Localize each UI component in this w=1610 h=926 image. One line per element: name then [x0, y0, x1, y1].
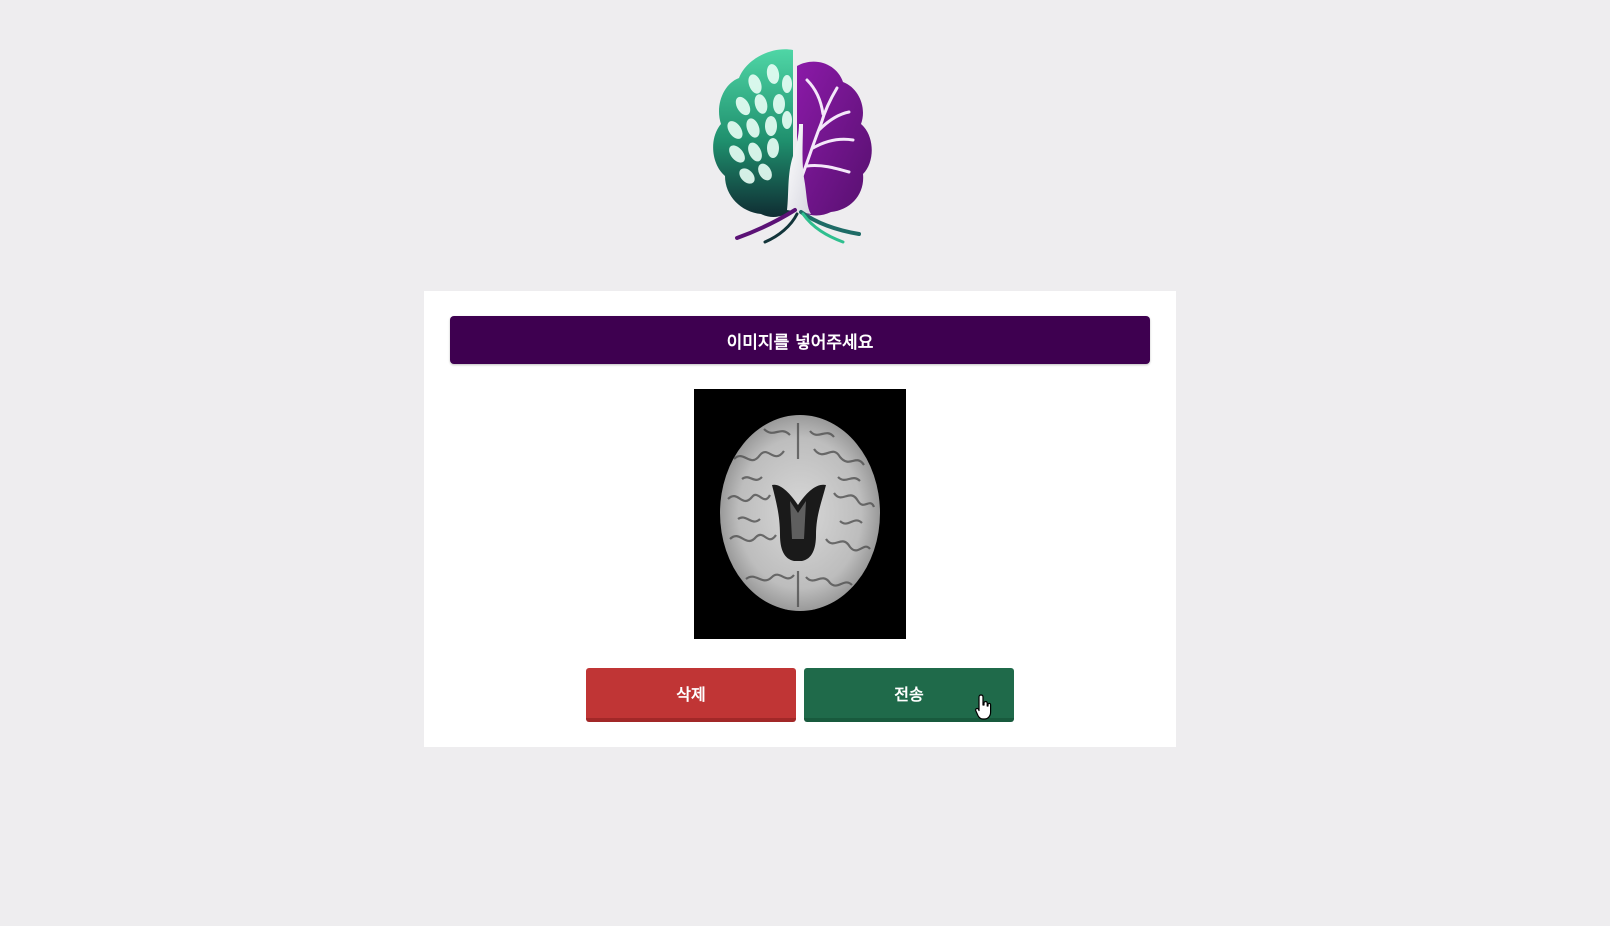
uploaded-image-preview	[694, 389, 906, 639]
delete-button-label: 삭제	[676, 685, 706, 704]
upload-image-label: 이미지를 넣어주세요	[726, 332, 874, 353]
logo-graphic	[713, 49, 872, 244]
delete-button[interactable]: 삭제	[586, 668, 796, 722]
upload-card: 이미지를 넣어주세요 삭제 전송	[424, 291, 1176, 747]
brain-mri-image	[694, 389, 906, 639]
send-button[interactable]: 전송	[804, 668, 1014, 722]
brain-tree-logo	[703, 44, 887, 244]
upload-image-button[interactable]: 이미지를 넣어주세요	[450, 316, 1150, 364]
page: 이미지를 넣어주세요 삭제 전송	[0, 0, 1610, 926]
send-button-label: 전송	[894, 685, 924, 704]
